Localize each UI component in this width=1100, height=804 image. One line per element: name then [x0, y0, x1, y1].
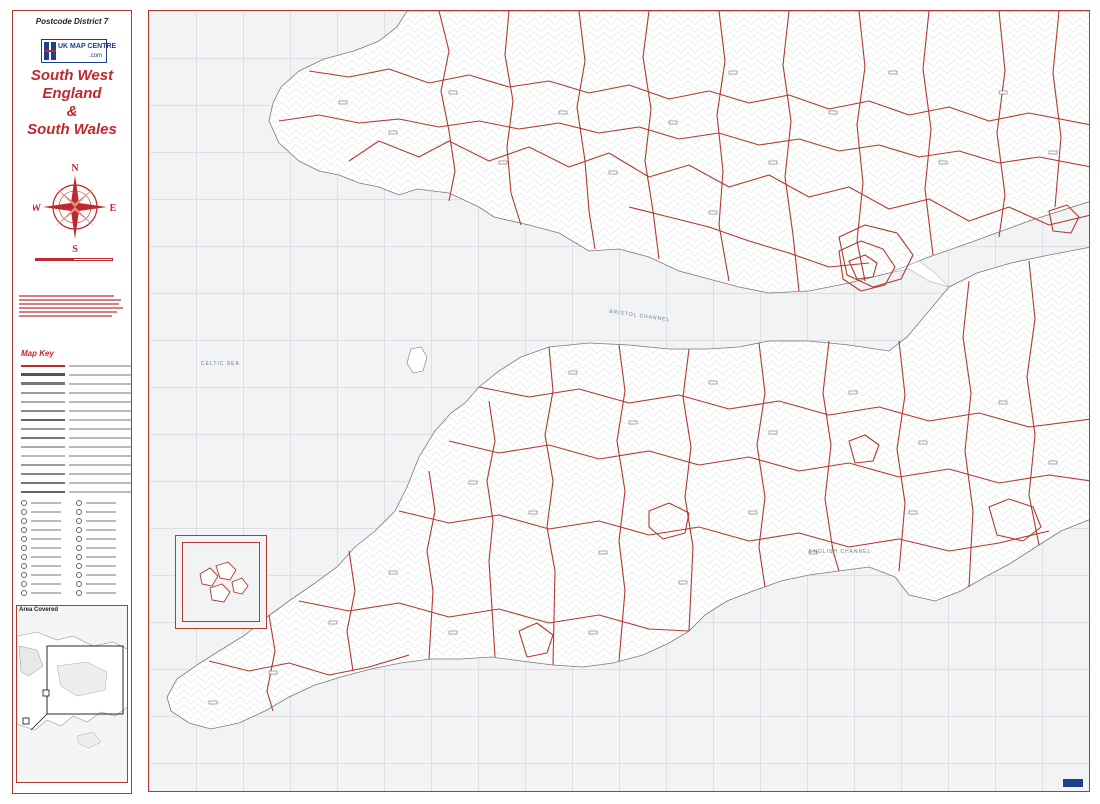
legend-panel: Postcode District 7 UK MAP CENTRE .com S…: [12, 10, 132, 794]
key-row: [21, 415, 131, 424]
isles-of-scilly-inset[interactable]: [175, 535, 267, 629]
compass-north: N: [71, 163, 79, 174]
key-symbol: [21, 508, 76, 516]
key-row: [21, 442, 131, 451]
key-symbol: [76, 508, 131, 516]
area-covered-label: Area Covered: [19, 607, 59, 613]
copyright-notice: [19, 293, 125, 319]
map-logo: [1063, 779, 1083, 787]
key-row: [21, 433, 131, 442]
overview-map: [17, 631, 127, 749]
key-row: [21, 424, 131, 433]
key-symbol: [76, 562, 131, 570]
key-row: [21, 469, 131, 478]
key-row: [21, 406, 131, 415]
key-symbol: [21, 580, 76, 588]
key-row: [21, 487, 131, 496]
key-symbol: [21, 526, 76, 534]
compass-rose-icon: N S W E: [33, 163, 117, 253]
map-key-title: Map Key: [21, 349, 54, 358]
key-symbol: [21, 571, 76, 579]
key-row: [21, 361, 131, 370]
district-label: Postcode District 7: [35, 17, 109, 26]
title-line-2: England: [42, 85, 102, 102]
key-symbol: [76, 544, 131, 552]
logo-name: UK MAP CENTRE: [58, 43, 117, 50]
key-symbol: [76, 571, 131, 579]
key-symbol: [76, 526, 131, 534]
logo-suffix: .com: [88, 53, 102, 59]
celtic-sea-label: CELTIC SEA: [201, 361, 240, 367]
key-symbol: [76, 517, 131, 525]
uk-map-centre-logo[interactable]: UK MAP CENTRE .com: [41, 39, 116, 63]
key-row: [21, 478, 131, 487]
key-row: [21, 370, 131, 379]
lundy-island: [406, 346, 428, 374]
title-line-3: &: [66, 103, 78, 120]
key-symbol: [21, 517, 76, 525]
key-symbol: [21, 544, 76, 552]
key-row: [21, 451, 131, 460]
key-symbol: [76, 553, 131, 561]
key-symbol: [76, 580, 131, 588]
key-symbol: [21, 553, 76, 561]
area-covered-inset: Area Covered: [16, 605, 128, 783]
title-line-1: South West: [30, 67, 114, 84]
map-canvas[interactable]: [149, 11, 1090, 792]
key-row: [21, 379, 131, 388]
key-symbol: [21, 589, 76, 597]
english-channel-label: ENGLISH CHANNEL: [809, 549, 872, 555]
key-row: [21, 397, 131, 406]
title-line-4: South Wales: [27, 121, 117, 138]
map-title: South West England & South Wales: [13, 67, 131, 139]
map-key-symbols: [21, 499, 131, 597]
key-symbol: [21, 535, 76, 543]
key-row: [21, 460, 131, 469]
compass-west: W: [33, 203, 41, 214]
scale-bar: [35, 258, 113, 261]
key-symbol: [21, 499, 76, 507]
postcode-district-map[interactable]: CELTIC SEA BRISTOL CHANNEL ENGLISH CHANN…: [148, 10, 1090, 792]
key-symbol: [21, 562, 76, 570]
map-key-lines: [21, 361, 131, 496]
key-symbol: [76, 499, 131, 507]
key-row: [21, 388, 131, 397]
union-flag-icon: [44, 42, 56, 60]
compass-south: S: [72, 244, 78, 253]
key-symbol: [76, 589, 131, 597]
compass-east: E: [110, 203, 117, 214]
isles-of-scilly-map: [199, 561, 249, 603]
key-symbol: [76, 535, 131, 543]
